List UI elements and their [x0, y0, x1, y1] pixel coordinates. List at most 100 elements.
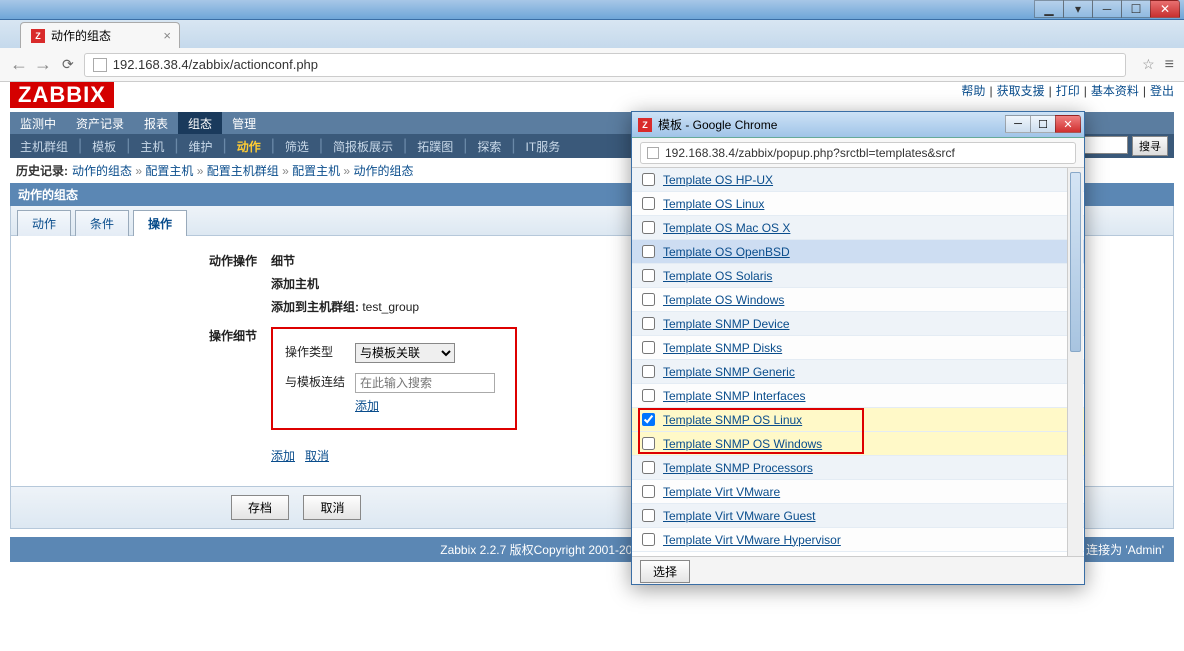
template-link[interactable]: Template OS Mac OS X — [663, 221, 790, 235]
template-link[interactable]: Template Virt VMware Guest — [663, 509, 816, 523]
os-minimize2-button[interactable]: ─ — [1092, 0, 1122, 18]
bottom-add-link[interactable]: 添加 — [271, 449, 295, 463]
popup-maximize-button[interactable]: ☐ — [1030, 115, 1056, 133]
template-checkbox[interactable] — [642, 269, 655, 282]
submenu-item-4[interactable]: 动作 — [227, 138, 271, 155]
search-button[interactable]: 搜寻 — [1132, 136, 1168, 156]
template-checkbox[interactable] — [642, 245, 655, 258]
submenu-item-9[interactable]: IT服务 — [516, 138, 571, 155]
template-link[interactable]: Template Virt VMware Hypervisor — [663, 533, 841, 547]
template-row[interactable]: Template OS OpenBSD — [632, 240, 1084, 264]
template-row[interactable]: Template OS Windows — [632, 288, 1084, 312]
op-type-select[interactable]: 与模板关联 — [355, 343, 455, 363]
link-profile[interactable]: 基本资料 — [1091, 82, 1139, 99]
template-checkbox[interactable] — [642, 485, 655, 498]
template-link[interactable]: Template OS Windows — [663, 293, 784, 307]
template-checkbox[interactable] — [642, 221, 655, 234]
template-checkbox[interactable] — [642, 509, 655, 522]
template-row[interactable]: Template SNMP Interfaces — [632, 384, 1084, 408]
template-row[interactable]: Template SNMP Device — [632, 312, 1084, 336]
reload-icon[interactable]: ⟳ — [62, 56, 74, 73]
template-checkbox[interactable] — [642, 317, 655, 330]
link-support[interactable]: 获取支援 — [997, 82, 1045, 99]
template-checkbox[interactable] — [642, 293, 655, 306]
submenu-item-0[interactable]: 主机群组 — [10, 138, 78, 155]
submenu-item-8[interactable]: 探索 — [467, 138, 511, 155]
submenu-item-7[interactable]: 拓蹼图 — [407, 138, 463, 155]
template-link[interactable]: Template SNMP Disks — [663, 341, 782, 355]
template-checkbox[interactable] — [642, 533, 655, 546]
os-snap-button[interactable]: ▾ — [1063, 0, 1093, 18]
template-link[interactable]: Template OS Linux — [663, 197, 764, 211]
menu-item-3[interactable]: 组态 — [178, 112, 222, 134]
template-row[interactable]: Template SNMP OS Linux — [632, 408, 1084, 432]
template-row[interactable]: Template OS Solaris — [632, 264, 1084, 288]
menu-item-4[interactable]: 管理 — [222, 112, 266, 134]
url-bar[interactable]: 192.168.38.4/zabbix/actionconf.php — [84, 53, 1126, 77]
template-row[interactable]: Template Virt VMware Hypervisor — [632, 528, 1084, 552]
link-help[interactable]: 帮助 — [961, 82, 985, 99]
link-print[interactable]: 打印 — [1056, 82, 1080, 99]
bottom-cancel-link[interactable]: 取消 — [305, 449, 329, 463]
template-link[interactable]: Template SNMP Interfaces — [663, 389, 806, 403]
template-checkbox[interactable] — [642, 413, 655, 426]
browser-tab[interactable]: Z 动作的组态 × — [20, 22, 180, 48]
template-row[interactable]: Template OS Linux — [632, 192, 1084, 216]
template-link[interactable]: Template SNMP Generic — [663, 365, 795, 379]
popup-minimize-button[interactable]: ─ — [1005, 115, 1031, 133]
template-link[interactable]: Template SNMP Processors — [663, 461, 813, 475]
submenu-item-6[interactable]: 简报板展示 — [323, 138, 403, 155]
os-maximize-button[interactable]: ☐ — [1121, 0, 1151, 18]
os-close-button[interactable]: ✕ — [1150, 0, 1180, 18]
cancel-button[interactable]: 取消 — [303, 495, 361, 520]
template-checkbox[interactable] — [642, 365, 655, 378]
template-row[interactable]: Template SNMP Processors — [632, 456, 1084, 480]
bookmark-icon[interactable]: ☆ — [1142, 56, 1155, 73]
popup-url-text[interactable]: 192.168.38.4/zabbix/popup.php?srctbl=tem… — [640, 142, 1076, 164]
template-checkbox[interactable] — [642, 389, 655, 402]
template-row[interactable]: Template OS Mac OS X — [632, 216, 1084, 240]
config-tab-0[interactable]: 动作 — [17, 210, 71, 236]
breadcrumb-3[interactable]: 配置主机 — [292, 164, 340, 178]
breadcrumb-4[interactable]: 动作的组态 — [353, 164, 413, 178]
template-search-input[interactable] — [355, 373, 495, 393]
submenu-item-1[interactable]: 模板 — [82, 138, 126, 155]
popup-scrollbar[interactable] — [1067, 168, 1083, 556]
breadcrumb-2[interactable]: 配置主机群组 — [207, 164, 279, 178]
forward-icon[interactable]: → — [34, 54, 52, 75]
template-link[interactable]: Template SNMP OS Linux — [663, 413, 802, 427]
menu-item-1[interactable]: 资产记录 — [66, 112, 134, 134]
menu-item-2[interactable]: 报表 — [134, 112, 178, 134]
template-checkbox[interactable] — [642, 461, 655, 474]
submenu-item-3[interactable]: 维护 — [179, 138, 223, 155]
template-link[interactable]: Template OS OpenBSD — [663, 245, 790, 259]
breadcrumb-0[interactable]: 动作的组态 — [72, 164, 132, 178]
breadcrumb-1[interactable]: 配置主机 — [145, 164, 193, 178]
add-template-link[interactable]: 添加 — [355, 397, 379, 414]
scrollbar-thumb[interactable] — [1070, 172, 1081, 352]
template-link[interactable]: Template OS HP-UX — [663, 173, 773, 187]
menu-item-0[interactable]: 监测中 — [10, 112, 66, 134]
template-checkbox[interactable] — [642, 437, 655, 450]
template-row[interactable]: Template Virt VMware Guest — [632, 504, 1084, 528]
popup-select-button[interactable]: 选择 — [640, 560, 690, 583]
template-link[interactable]: Template OS Solaris — [663, 269, 772, 283]
save-button[interactable]: 存档 — [231, 495, 289, 520]
template-row[interactable]: Template SNMP OS Windows — [632, 432, 1084, 456]
template-checkbox[interactable] — [642, 341, 655, 354]
template-link[interactable]: Template SNMP OS Windows — [663, 437, 822, 451]
template-checkbox[interactable] — [642, 197, 655, 210]
config-tab-1[interactable]: 条件 — [75, 210, 129, 236]
template-row[interactable]: Template SNMP Generic — [632, 360, 1084, 384]
template-link[interactable]: Template Virt VMware — [663, 485, 780, 499]
tab-close-icon[interactable]: × — [163, 28, 171, 43]
template-row[interactable]: Template OS HP-UX — [632, 168, 1084, 192]
os-minimize-button[interactable]: ▁ — [1034, 0, 1064, 18]
back-icon[interactable]: ← — [10, 54, 28, 75]
config-tab-2[interactable]: 操作 — [133, 210, 187, 236]
template-link[interactable]: Template SNMP Device — [663, 317, 790, 331]
template-checkbox[interactable] — [642, 173, 655, 186]
submenu-item-2[interactable]: 主机 — [130, 138, 174, 155]
submenu-item-5[interactable]: 筛选 — [275, 138, 319, 155]
chrome-menu-icon[interactable]: ≡ — [1165, 56, 1174, 74]
